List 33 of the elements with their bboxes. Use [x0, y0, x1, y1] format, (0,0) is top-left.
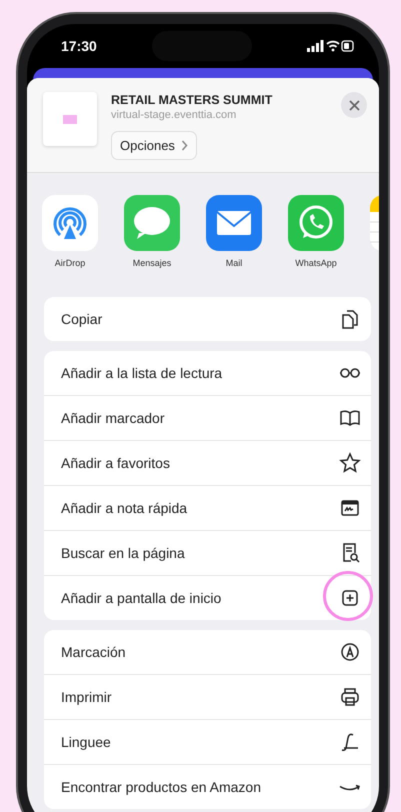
speech-bubble-icon: [124, 195, 180, 251]
app-share-target[interactable]: Mensajes: [124, 195, 180, 289]
action-row[interactable]: Añadir a la lista de lectura: [44, 351, 371, 395]
app-share-target[interactable]: Mail: [206, 195, 262, 289]
close-button[interactable]: [341, 92, 367, 118]
status-icons: [307, 40, 355, 52]
logo-icon: [63, 114, 77, 124]
phone-bubble-icon: [288, 195, 344, 251]
options-button[interactable]: Opciones: [111, 131, 197, 160]
action-row[interactable]: Buscar en la página: [44, 530, 371, 575]
action-row[interactable]: Añadir a nota rápida: [44, 485, 371, 530]
action-row[interactable]: Copiar: [44, 297, 371, 341]
page-url: virtual-stage.eventtia.com: [111, 109, 238, 121]
close-icon: [348, 100, 360, 110]
envelope-icon: [206, 195, 262, 251]
chevron-right-icon: [180, 140, 188, 151]
printer-icon: [339, 686, 361, 708]
action-row[interactable]: Marcación: [44, 630, 371, 674]
star-icon: [339, 452, 361, 474]
script-letter-icon: [339, 731, 361, 753]
airdrop-icon: [42, 195, 98, 251]
smile-arrow-icon: [339, 782, 361, 792]
app-share-target[interactable]: WhatsApp: [288, 195, 344, 289]
status-time: 17:30: [61, 38, 97, 54]
app-share-target[interactable]: AirDrop: [42, 195, 98, 289]
page-title: RETAIL MASTERS SUMMIT: [111, 93, 274, 107]
action-row[interactable]: Encontrar productos en Amazon: [44, 764, 371, 809]
action-row[interactable]: Añadir a pantalla de inicio: [44, 575, 371, 620]
action-row[interactable]: Añadir a favoritos: [44, 440, 371, 485]
action-row[interactable]: Imprimir: [44, 674, 371, 719]
pen-circle-icon: [339, 641, 361, 663]
action-row[interactable]: Linguee: [44, 719, 371, 764]
action-row[interactable]: Añadir marcador: [44, 395, 371, 440]
